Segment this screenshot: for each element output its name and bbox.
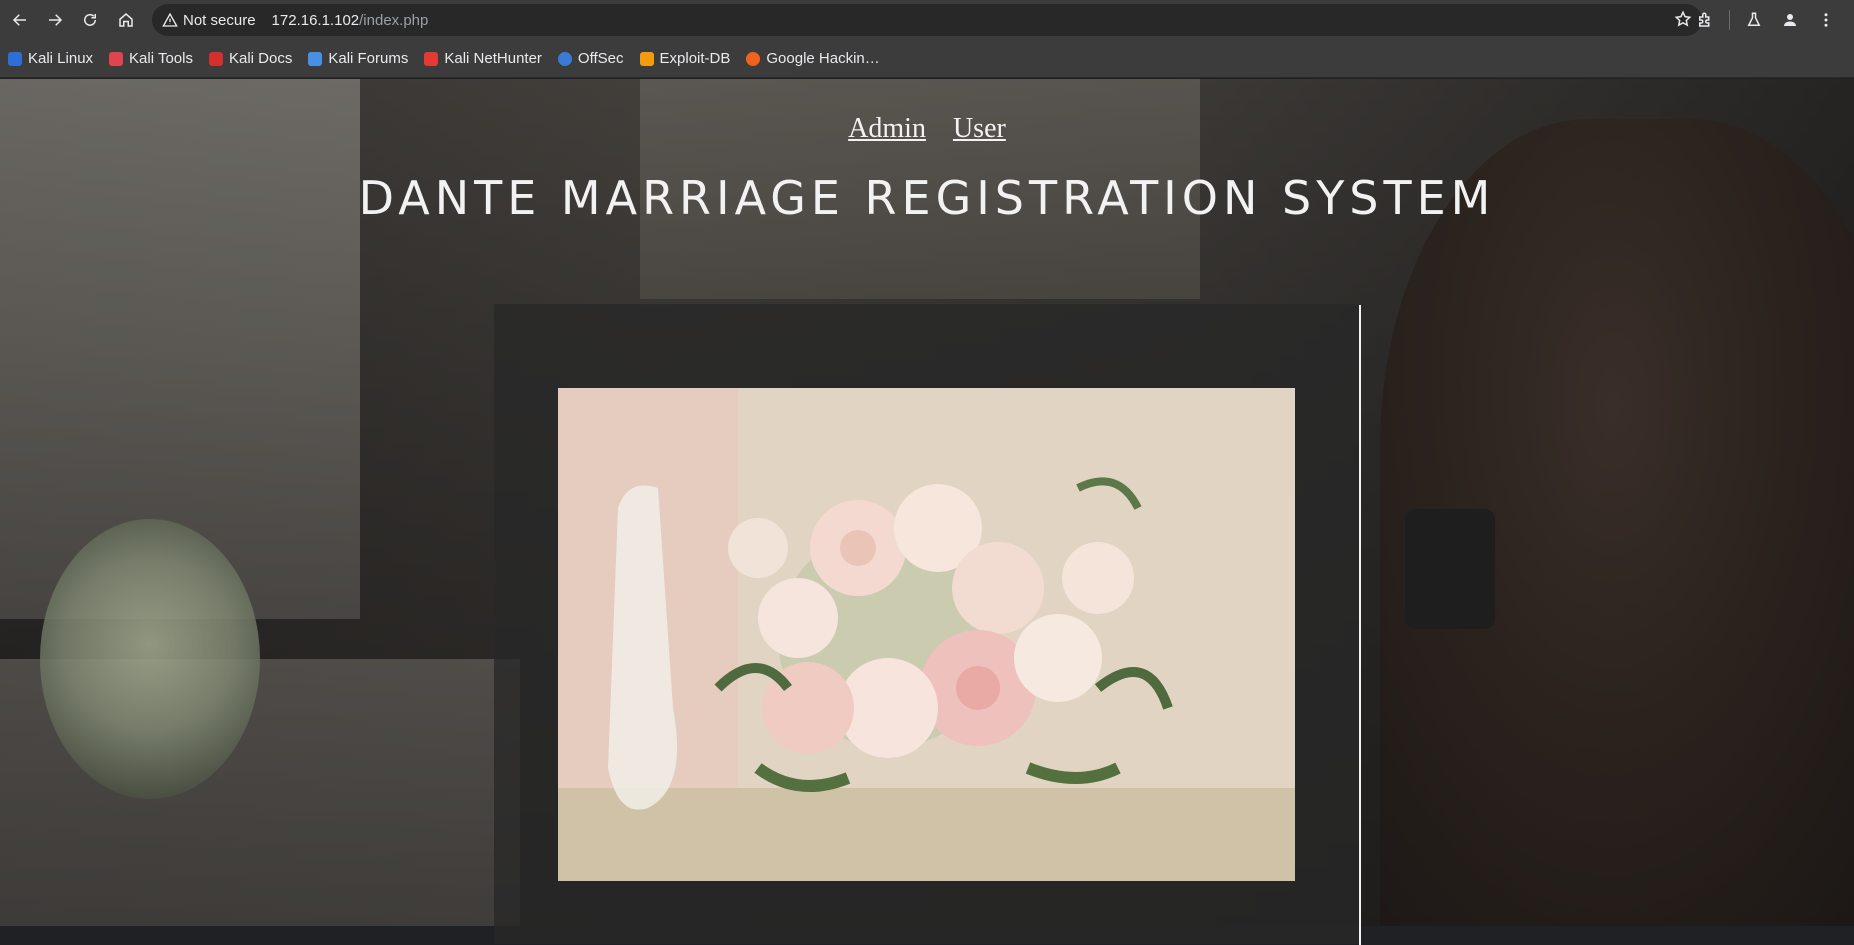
page-title: DANTE MARRIAGE REGISTRATION SYSTEM — [358, 171, 1496, 225]
address-bar[interactable]: Not secure 172.16.1.102/index.php — [152, 4, 1702, 36]
admin-link[interactable]: Admin — [848, 113, 926, 144]
bookmark-label: Exploit-DB — [659, 50, 731, 67]
kali-linux-icon — [8, 51, 22, 66]
bookmark-kali-nethunter[interactable]: Kali NetHunter — [424, 50, 542, 67]
url-host: 172.16.1.102 — [271, 11, 360, 29]
url-text[interactable]: 172.16.1.102/index.php — [272, 12, 429, 29]
user-link[interactable]: User — [953, 113, 1006, 144]
bookmarks-bar: Kali Linux Kali Tools Kali Docs Kali For… — [0, 40, 1854, 78]
bookmark-label: Kali Linux — [28, 50, 94, 67]
kali-tools-icon — [109, 51, 124, 66]
kali-forums-icon — [308, 51, 323, 66]
bookmark-offsec[interactable]: OffSec — [557, 50, 624, 67]
site-nav: Admin User — [0, 113, 1854, 145]
forward-icon[interactable] — [37, 2, 73, 38]
bookmark-label: Kali Tools — [129, 50, 193, 67]
url-path: /index.php — [359, 11, 429, 29]
bookmark-kali-forums[interactable]: Kali Forums — [308, 50, 408, 67]
exploit-db-icon — [639, 51, 654, 66]
background-mug — [1405, 509, 1495, 629]
bookmark-label: Kali Docs — [228, 50, 293, 67]
browser-toolbar: Not secure 172.16.1.102/index.php — [0, 0, 1854, 40]
kali-nethunter-icon — [424, 51, 439, 66]
labs-icon[interactable] — [1736, 2, 1772, 38]
bookmark-label: OffSec — [577, 50, 624, 67]
kali-docs-icon — [208, 51, 223, 66]
google-hacking-icon — [746, 51, 761, 66]
bookmark-exploit-db[interactable]: Exploit-DB — [639, 50, 731, 67]
home-icon[interactable] — [108, 2, 144, 38]
reload-icon[interactable] — [72, 2, 108, 38]
bookmark-label: Google Hackin… — [766, 50, 880, 67]
bookmark-kali-linux[interactable]: Kali Linux — [8, 50, 93, 67]
extensions-icon[interactable] — [1687, 2, 1723, 38]
bookmark-kali-tools[interactable]: Kali Tools — [109, 50, 193, 67]
security-indicator[interactable]: Not secure — [162, 12, 256, 29]
background-plant — [40, 519, 260, 799]
back-icon[interactable] — [2, 2, 38, 38]
panel-divider — [1359, 305, 1361, 945]
offsec-icon — [557, 51, 572, 66]
profile-icon[interactable] — [1772, 2, 1808, 38]
bookmark-label: Kali Forums — [328, 50, 409, 67]
security-label: Not secure — [183, 11, 256, 29]
bookmark-label: Kali NetHunter — [444, 50, 542, 67]
warning-icon — [162, 12, 178, 27]
toolbar-separator — [1729, 10, 1730, 30]
toolbar-right — [1687, 2, 1844, 38]
hero-image — [558, 388, 1295, 881]
bookmark-google-hacking[interactable]: Google Hackin… — [746, 50, 880, 67]
menu-icon[interactable] — [1808, 2, 1844, 38]
bookmark-kali-docs[interactable]: Kali Docs — [208, 50, 293, 67]
